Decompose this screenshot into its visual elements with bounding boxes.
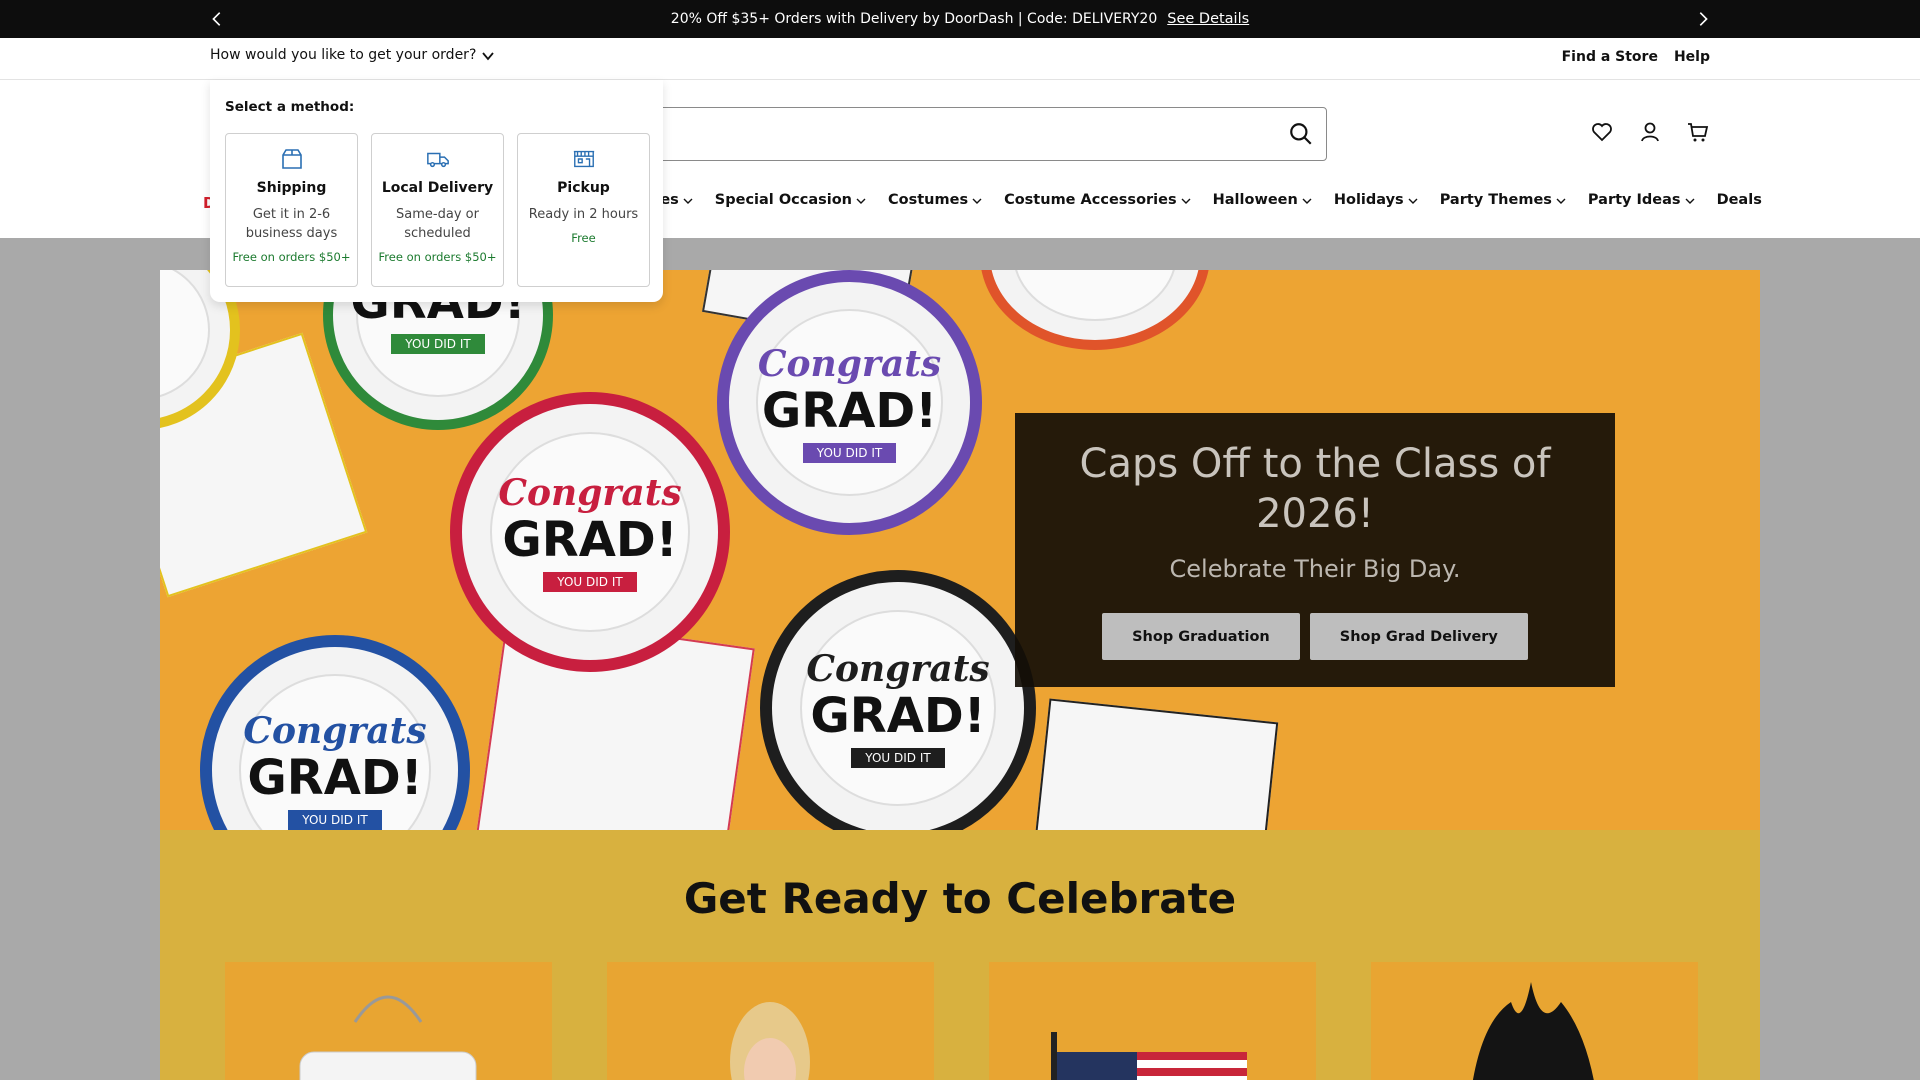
cart-icon[interactable] — [1686, 120, 1710, 144]
method-note: Free on orders $50+ — [378, 250, 497, 264]
chevron-down-icon — [683, 198, 693, 204]
chevron-down-icon — [482, 52, 495, 61]
plate-text: YOU DID IT — [543, 571, 637, 592]
section-title: Get Ready to Celebrate — [683, 874, 1237, 923]
grad-plate-image: Congrats GRAD! YOU DID IT — [760, 570, 1036, 830]
plate-congrats-text: Congrats — [243, 710, 427, 752]
category-card-halloween[interactable] — [1371, 962, 1698, 1080]
chevron-right-icon — [1699, 12, 1708, 26]
method-name: Pickup — [557, 180, 610, 196]
nav-item-costume-accessories[interactable]: Costume Accessories — [1004, 192, 1191, 208]
utility-bar: How would you like to get your order? Fi… — [0, 38, 1920, 80]
nav-label: Holidays — [1333, 192, 1404, 208]
method-note: Free on orders $50+ — [232, 250, 351, 264]
hero-message-box: Caps Off to the Class of 2026! Celebrate… — [1015, 413, 1615, 687]
plate-congrats-text: Congrats — [498, 471, 682, 514]
chevron-down-icon — [972, 198, 982, 204]
chevron-down-icon — [1181, 198, 1191, 204]
method-pickup[interactable]: Pickup Ready in 2 hours Free — [517, 133, 650, 287]
nav-item-party-ideas[interactable]: Party Ideas — [1588, 192, 1695, 208]
find-store-link[interactable]: Find a Store — [1562, 49, 1658, 65]
costume-model-image — [730, 1002, 810, 1080]
category-card-sign[interactable] — [225, 962, 552, 1080]
method-desc: Ready in 2 hours — [528, 207, 639, 222]
halloween-decor-image — [1472, 982, 1594, 1080]
nav-label: Special Occasion — [714, 192, 853, 208]
grad-plate-image: Congrats GRAD! YOU DID IT — [200, 635, 470, 830]
hero-subtitle: Celebrate Their Big Day. — [1169, 555, 1461, 583]
grad-plate-image: Congrats GRAD! YOU DID IT — [450, 392, 730, 672]
nav-label: Party Themes — [1439, 192, 1552, 208]
grad-plate-image: Congrats GRAD! YOU DID IT — [717, 270, 982, 535]
method-name: Local Delivery — [381, 180, 494, 196]
search-bar — [640, 107, 1327, 161]
dropdown-title: Select a method: — [225, 99, 355, 115]
shop-grad-delivery-button[interactable]: Shop Grad Delivery — [1309, 613, 1528, 660]
method-desc: Same-day or scheduled — [396, 207, 479, 241]
nav-label: Deals — [1716, 192, 1762, 208]
category-card-costume[interactable] — [607, 962, 934, 1080]
plate-grad-text: GRAD! — [247, 750, 423, 806]
promo-see-details-link[interactable]: See Details — [1167, 11, 1249, 27]
order-method-toggle[interactable]: How would you like to get your order? — [210, 46, 495, 63]
nav-item-party-themes[interactable]: Party Themes — [1440, 192, 1566, 208]
american-flag-image — [1051, 1032, 1247, 1080]
chevron-down-icon — [1302, 198, 1312, 204]
method-shipping[interactable]: Shipping Get it in 2-6 business days Fre… — [225, 133, 358, 287]
promo-next-button[interactable] — [1690, 6, 1716, 32]
order-method-label: How would you like to get your order? — [210, 46, 477, 63]
plate-text: YOU DID IT — [391, 333, 485, 354]
method-local-delivery[interactable]: Local Delivery Same-day or scheduled Fre… — [371, 133, 504, 287]
grad-plate-image — [980, 270, 1210, 350]
method-desc: Get it in 2-6 business days — [245, 207, 338, 241]
heart-icon[interactable] — [1590, 120, 1614, 144]
shop-graduation-button[interactable]: Shop Graduation — [1102, 613, 1300, 660]
nav-item-special-occasion[interactable]: Special Occasion — [715, 192, 866, 208]
nav-item-deals[interactable]: Deals — [1717, 192, 1762, 208]
truck-icon — [426, 152, 449, 168]
celebrate-section: Get Ready to Celebrate — [160, 830, 1760, 1080]
order-method-dropdown: Select a method: Shipping Get it in 2-6 … — [210, 80, 663, 302]
nav-item-halloween[interactable]: Halloween — [1213, 192, 1312, 208]
nav-label: Halloween — [1212, 192, 1298, 208]
account-icon[interactable] — [1638, 120, 1662, 144]
plate-congrats-text: Congrats — [757, 342, 942, 385]
hero-banner[interactable]: GRAD!YOU DID IT CongratsGRAD!YOU DID IT … — [160, 270, 1760, 830]
main-nav: plies Special Occasion Costumes Costume … — [640, 192, 1784, 208]
nav-item-costumes[interactable]: Costumes — [888, 192, 982, 208]
plate-grad-text: GRAD! — [502, 511, 678, 568]
plate-grad-text: GRAD! — [810, 687, 986, 744]
chevron-down-icon — [1685, 198, 1695, 204]
box-icon — [281, 149, 302, 169]
chevron-down-icon — [1408, 198, 1418, 204]
category-card-patriotic[interactable] — [989, 962, 1316, 1080]
plate-text: YOU DID IT — [288, 810, 382, 830]
promo-message: 20% Off $35+ Orders with Delivery by Doo… — [0, 0, 1920, 38]
chevron-down-icon — [1556, 198, 1566, 204]
search-icon[interactable] — [1288, 121, 1314, 147]
hanging-sign-image — [299, 995, 477, 1080]
plate-grad-text: GRAD! — [761, 382, 938, 439]
search-input[interactable] — [641, 108, 1261, 158]
chevron-down-icon — [856, 198, 866, 204]
plate-text: YOU DID IT — [802, 442, 897, 463]
nav-label: Costumes — [888, 192, 969, 208]
napkin-image — [1031, 698, 1279, 830]
promo-bar: 20% Off $35+ Orders with Delivery by Doo… — [0, 0, 1920, 38]
method-name: Shipping — [256, 180, 327, 196]
store-icon — [573, 150, 594, 168]
promo-text: 20% Off $35+ Orders with Delivery by Doo… — [670, 11, 1158, 27]
nav-label: Costume Accessories — [1004, 192, 1177, 208]
plate-congrats-text: Congrats — [806, 647, 990, 690]
nav-label: Party Ideas — [1587, 192, 1681, 208]
hero-title: Caps Off to the Class of 2026! — [1079, 441, 1551, 537]
help-link[interactable]: Help — [1674, 49, 1710, 65]
nav-item-holidays[interactable]: Holidays — [1334, 192, 1418, 208]
plate-text: YOU DID IT — [851, 747, 945, 768]
method-note: Free — [571, 231, 596, 245]
